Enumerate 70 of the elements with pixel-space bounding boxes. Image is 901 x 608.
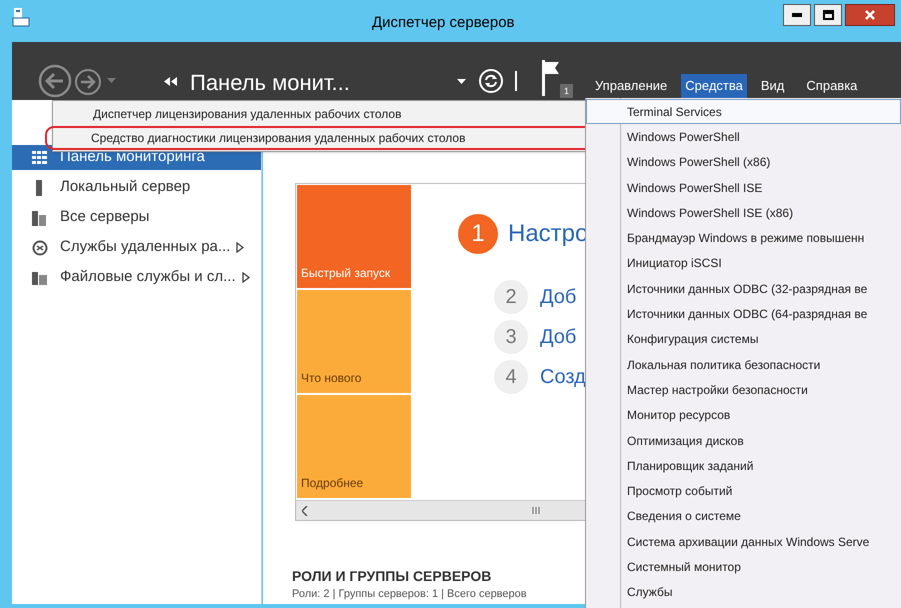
close-button[interactable]: [845, 4, 895, 26]
app-icon: [12, 7, 30, 27]
breadcrumb-arrows-icon: [164, 77, 177, 86]
sidebar-label: Локальный сервер: [60, 177, 190, 198]
menu-item[interactable]: Системный монитор: [586, 554, 901, 580]
step-label[interactable]: Настро: [508, 216, 588, 252]
sidebar-label: Службы удаленных ра...: [60, 237, 230, 258]
step[interactable]: 4 Созд: [494, 360, 588, 394]
menu-item[interactable]: Windows PowerShell ISE: [586, 174, 901, 200]
menu-item[interactable]: Просмотр событий: [586, 478, 901, 504]
servers-icon: [32, 210, 48, 226]
maximize-icon: [822, 10, 834, 20]
close-icon: [865, 10, 875, 20]
sidebar-item[interactable]: Файловые службы и сл...: [12, 265, 261, 290]
step[interactable]: 2 Доб: [494, 280, 588, 314]
menu-item[interactable]: Источники данных ODBC (32-разрядная ве: [586, 276, 901, 302]
menu-item[interactable]: Справка: [798, 74, 866, 98]
scroll-grip-icon: [532, 507, 540, 514]
dropdown-caret-icon[interactable]: [457, 79, 466, 84]
menu-item[interactable]: Windows PowerShell ISE (x86): [586, 200, 901, 226]
step-label[interactable]: Доб: [540, 282, 576, 312]
refresh-icon[interactable]: [478, 68, 504, 94]
step-label[interactable]: Созд: [540, 362, 586, 392]
forward-icon[interactable]: [74, 68, 102, 96]
step[interactable]: 1 Настро: [458, 214, 588, 254]
back-icon[interactable]: [38, 64, 72, 98]
menu-item[interactable]: Средства: [681, 74, 747, 98]
menu-item[interactable]: Брандмауэр Windows в режиме повышенн: [586, 225, 901, 251]
minimize-icon: [792, 13, 802, 17]
section-summary: Роли: 2 | Группы серверов: 1 | Всего серверов: [292, 587, 527, 602]
step-number: 1: [458, 214, 498, 254]
menu-item[interactable]: Система архивации данных Windows Serve: [586, 529, 901, 554]
step-number: 4: [494, 360, 528, 394]
menu-item[interactable]: Инициатор iSCSI: [586, 250, 901, 276]
expand-arrow-icon[interactable]: [236, 242, 244, 253]
scroll-left-icon[interactable]: [302, 506, 308, 516]
menu-item[interactable]: Оптимизация дисков: [586, 428, 901, 454]
maximize-button[interactable]: [814, 4, 842, 26]
step-number: 3: [494, 320, 528, 354]
menu-item[interactable]: Монитор ресурсов: [586, 402, 901, 428]
menu-item[interactable]: Службы: [586, 580, 901, 605]
flag-icon[interactable]: [541, 60, 561, 96]
horizontal-scrollbar[interactable]: [296, 500, 585, 520]
menu-item[interactable]: Локальная политика безопасности: [586, 352, 901, 378]
sidebar-item[interactable]: Локальный сервер: [12, 175, 261, 200]
menu-item[interactable]: Сведения о системе: [586, 504, 901, 530]
sidebar-item[interactable]: Службы удаленных ра...: [12, 235, 261, 260]
minimize-button[interactable]: [783, 4, 811, 26]
sidebar-item[interactable]: Все серверы: [12, 205, 261, 230]
window-title: Диспетчер серверов: [372, 13, 515, 33]
step[interactable]: 3 Доб: [494, 320, 588, 354]
menu-item[interactable]: Вид: [752, 74, 792, 98]
section-heading: РОЛИ И ГРУППЫ СЕРВЕРОВ: [292, 567, 492, 586]
step-number: 2: [494, 280, 528, 314]
menu-item[interactable]: Конфигурация системы: [586, 326, 901, 352]
menu-item[interactable]: Windows PowerShell (x86): [586, 150, 901, 175]
sidebar-label: Файловые службы и сл...: [60, 267, 236, 288]
menu-item[interactable]: Управление: [587, 74, 676, 98]
menu-item[interactable]: Планировщик заданий: [586, 453, 901, 478]
sidebar-label: Все серверы: [60, 207, 150, 228]
expand-arrow-icon[interactable]: [242, 272, 250, 283]
step-label[interactable]: Доб: [540, 322, 576, 352]
menu-item[interactable]: Мастер настройки безопасности: [586, 377, 901, 403]
notification-count: 1: [560, 84, 574, 98]
tile[interactable]: Подробнее: [297, 395, 411, 498]
tile[interactable]: Что нового: [297, 290, 411, 393]
menu-item[interactable]: Источники данных ODBC (64-разрядная ве: [586, 301, 901, 327]
menu-item[interactable]: Terminal Services: [586, 99, 901, 124]
breadcrumb[interactable]: Панель монит...: [190, 66, 350, 99]
menu-item[interactable]: Диспетчер лицензирования удаленных рабочих столов: [53, 102, 589, 126]
